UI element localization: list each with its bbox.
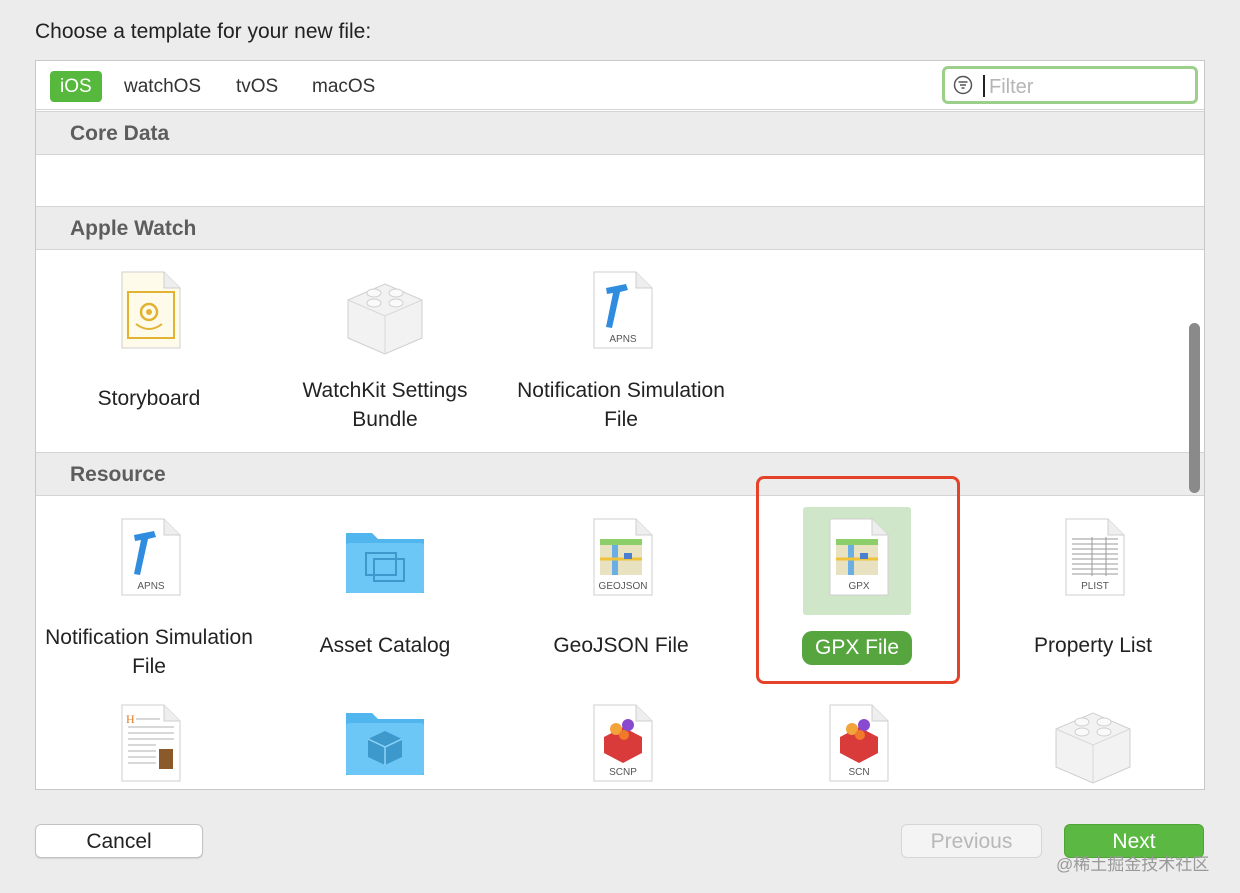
core-data-clipped-label	[326, 153, 396, 157]
lego-brick-icon	[347, 283, 423, 355]
template-label: Notification Simulation File	[45, 626, 253, 678]
filter-input[interactable]	[987, 72, 1191, 102]
filter-icon	[953, 75, 973, 95]
template-label: WatchKit Settings Bundle	[302, 379, 468, 431]
tab-tvos[interactable]: tvOS	[226, 71, 288, 102]
template-label: Property List	[1034, 634, 1152, 657]
apns-file-icon: APNS	[593, 271, 653, 349]
svg-text:SCN: SCN	[848, 767, 869, 778]
filter-field[interactable]	[942, 66, 1198, 104]
folder-icon	[346, 533, 424, 593]
section-header-core-data: Core Data	[36, 111, 1204, 155]
lego-brick-icon	[1055, 712, 1131, 784]
svg-text:PLIST: PLIST	[1081, 581, 1109, 592]
tab-ios[interactable]: iOS	[50, 71, 102, 102]
scenekit-file-icon: SCNP	[593, 704, 653, 782]
watermark: @稀土掘金技术社区	[1056, 855, 1210, 874]
storyboard-file-icon	[121, 271, 181, 349]
apns-file-icon: APNS	[121, 518, 181, 596]
template-label: Notification Simulation File	[517, 379, 725, 431]
plist-file-icon: PLIST	[1065, 518, 1125, 596]
text-cursor	[983, 75, 985, 97]
template-chooser-panel: iOS watchOS tvOS macOS Core Data Apple W…	[35, 60, 1205, 790]
template-label: Asset Catalog	[319, 634, 451, 657]
rtf-document-icon: H	[121, 704, 181, 782]
section-header-apple-watch: Apple Watch	[36, 206, 1204, 250]
cancel-button[interactable]: Cancel	[35, 824, 203, 858]
tab-macos[interactable]: macOS	[302, 71, 385, 102]
svg-text:APNS: APNS	[137, 581, 165, 592]
cube-folder-icon	[346, 713, 424, 775]
template-label: Storyboard	[97, 387, 201, 410]
section-header-resource: Resource	[36, 452, 1204, 496]
svg-text:SCNP: SCNP	[609, 767, 637, 778]
annotation-highlight-box	[756, 476, 960, 684]
svg-text:APNS: APNS	[609, 334, 637, 345]
scenekit-file-icon: SCN	[829, 704, 889, 782]
platform-tab-bar: iOS watchOS tvOS macOS	[36, 61, 1204, 110]
template-label: GeoJSON File	[553, 634, 689, 657]
tab-watchos[interactable]: watchOS	[114, 71, 211, 102]
svg-text:GEOJSON: GEOJSON	[599, 581, 648, 592]
vertical-scrollbar-thumb[interactable]	[1189, 323, 1200, 493]
map-file-icon: GEOJSON	[593, 518, 653, 596]
page-heading: Choose a template for your new file:	[35, 20, 372, 43]
svg-text:H: H	[126, 712, 135, 726]
previous-button[interactable]: Previous	[901, 824, 1042, 858]
